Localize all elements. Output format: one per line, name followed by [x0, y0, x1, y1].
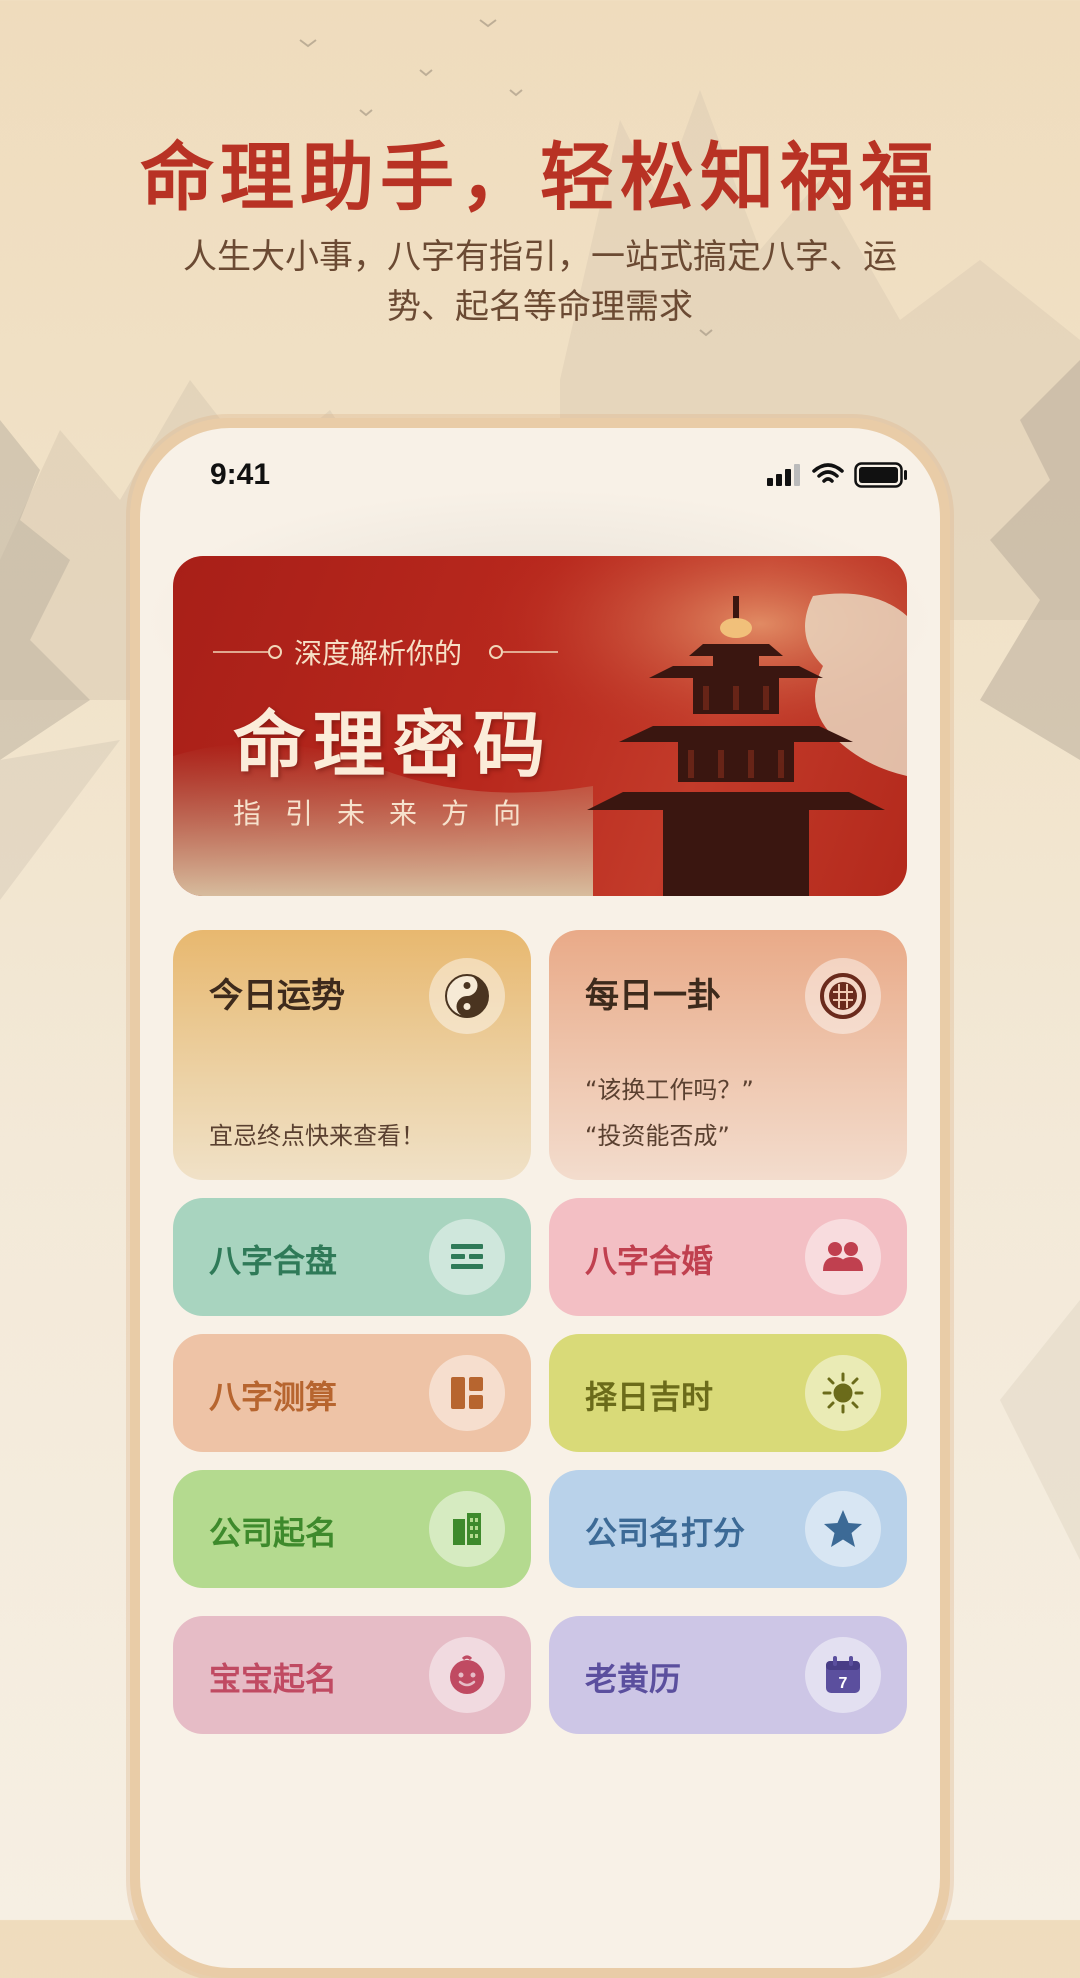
signal-icon: [767, 464, 800, 486]
star-icon: [805, 1491, 881, 1567]
wifi-icon: [812, 463, 844, 483]
banner-title: 命理密码: [233, 702, 554, 787]
grid-item-almanac[interactable]: 老黄历 7: [549, 1616, 907, 1734]
daily-divination-label: 每日一卦: [585, 976, 721, 1016]
banner-subtitle: 指引未来方向: [233, 797, 546, 830]
daily-divination-card[interactable]: 每日一卦 “该换工作吗？” “投资能否成”: [549, 930, 907, 1180]
grid-item-label: 公司名打分: [585, 1514, 746, 1552]
grid-item-label: 八字合盘: [209, 1242, 338, 1280]
hero-subtitle: 人生大小事，八字有指引，一站式搞定八字、运势、起名等命理需求: [183, 237, 897, 327]
bagua-icon: [805, 958, 881, 1034]
grid-item-company-name-score[interactable]: 公司名打分: [549, 1470, 907, 1588]
baby-icon: [429, 1637, 505, 1713]
hero-title: 命理助手，轻松知祸福: [140, 135, 940, 221]
grid-item-auspicious-date[interactable]: 择日吉时: [549, 1334, 907, 1452]
status-icons: [766, 462, 908, 488]
phone-screen: 9:41 深度解析你的 命理密码 指引未来方向 今日运势 宜忌终点快来查看！ 每…: [140, 428, 940, 1968]
grid-item-baby-naming[interactable]: 宝宝起名: [173, 1616, 531, 1734]
grid-item-bazi-chart[interactable]: 八字合盘: [173, 1198, 531, 1316]
divination-question-1: “该换工作吗？”: [585, 1076, 754, 1104]
grid-item-label: 宝宝起名: [209, 1660, 338, 1698]
yin-yang-icon: [429, 958, 505, 1034]
building-icon: [429, 1491, 505, 1567]
calendar-icon: 7: [805, 1637, 881, 1713]
grid-item-label: 老黄历: [585, 1660, 682, 1698]
grid-item-label: 公司起名: [209, 1514, 338, 1552]
grid-item-label: 八字测算: [209, 1378, 338, 1416]
couple-icon: [805, 1219, 881, 1295]
daily-fortune-label: 今日运势: [209, 976, 345, 1016]
layout-icon: [429, 1355, 505, 1431]
grid-item-label: 择日吉时: [585, 1378, 714, 1416]
calendar-day: 7: [839, 1675, 848, 1692]
daily-fortune-caption: 宜忌终点快来查看！: [209, 1122, 425, 1150]
promo-banner[interactable]: 深度解析你的 命理密码 指引未来方向: [173, 556, 907, 896]
status-time: 9:41: [210, 458, 271, 491]
hexagram-icon: [429, 1219, 505, 1295]
grid-item-bazi-reading[interactable]: 八字测算: [173, 1334, 531, 1452]
battery-icon: [854, 462, 907, 488]
grid-item-label: 八字合婚: [585, 1242, 714, 1280]
sun-icon: [805, 1355, 881, 1431]
daily-fortune-card[interactable]: 今日运势 宜忌终点快来查看！: [173, 930, 531, 1180]
grid-item-company-naming[interactable]: 公司起名: [173, 1470, 531, 1588]
banner-kicker: 深度解析你的: [293, 637, 462, 670]
divination-question-2: “投资能否成”: [585, 1122, 730, 1150]
grid-item-bazi-marriage[interactable]: 八字合婚: [549, 1198, 907, 1316]
